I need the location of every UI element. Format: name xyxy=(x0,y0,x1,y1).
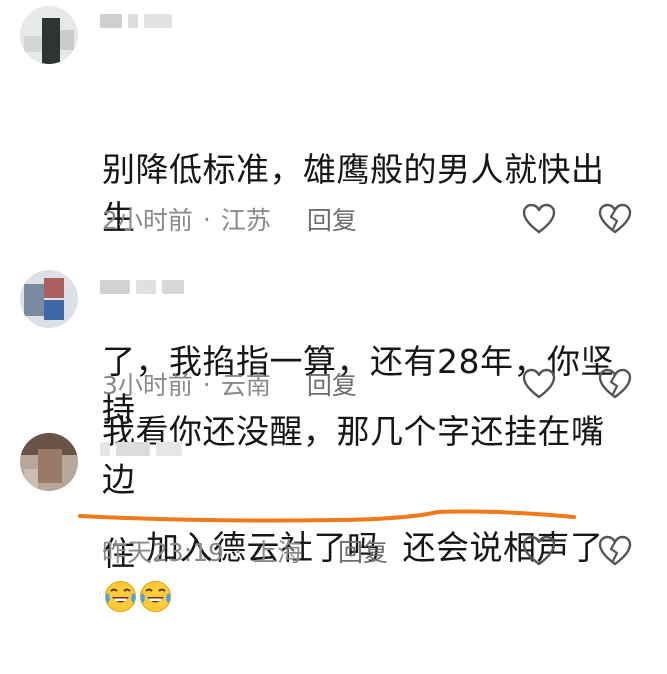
avatar[interactable] xyxy=(20,433,78,491)
comment-meta: 昨天23:19 · 上海 回复 xyxy=(102,533,388,569)
reply-button[interactable]: 回复 xyxy=(338,533,388,569)
comment-meta: 2小时前 · 江苏 回复 xyxy=(102,201,357,237)
broken-heart-icon[interactable] xyxy=(598,535,632,567)
comment-text: 加入德云社了吗 还会说相声了 xyxy=(102,476,627,668)
laughing-crying-emoji xyxy=(139,578,172,612)
laughing-crying-emoji xyxy=(104,578,137,612)
avatar[interactable] xyxy=(20,6,78,64)
broken-heart-icon[interactable] xyxy=(598,203,632,235)
username-blurred[interactable] xyxy=(100,276,230,298)
meta-separator: · xyxy=(202,369,211,399)
comment-location: 云南 xyxy=(220,371,271,400)
comment-location: 上海 xyxy=(252,538,303,567)
broken-heart-icon[interactable] xyxy=(598,368,632,400)
heart-outline-icon[interactable] xyxy=(522,535,556,567)
username-blurred[interactable] xyxy=(100,10,230,32)
meta-separator: · xyxy=(202,204,211,234)
hand-drawn-underline xyxy=(78,509,576,523)
comment-time: 昨天23:19 xyxy=(102,538,225,567)
reply-button[interactable]: 回复 xyxy=(307,201,357,237)
meta-separator: · xyxy=(234,536,242,566)
reply-button[interactable]: 回复 xyxy=(307,366,357,402)
comment-time: 2小时前 xyxy=(102,206,193,235)
heart-outline-icon[interactable] xyxy=(522,203,556,235)
comment-meta: 3小时前 · 云南 回复 xyxy=(102,366,357,402)
comment-location: 江苏 xyxy=(220,206,271,235)
comment-time: 3小时前 xyxy=(102,371,193,400)
heart-outline-icon[interactable] xyxy=(522,368,556,400)
username-blurred[interactable] xyxy=(100,438,230,460)
avatar[interactable] xyxy=(20,270,78,328)
